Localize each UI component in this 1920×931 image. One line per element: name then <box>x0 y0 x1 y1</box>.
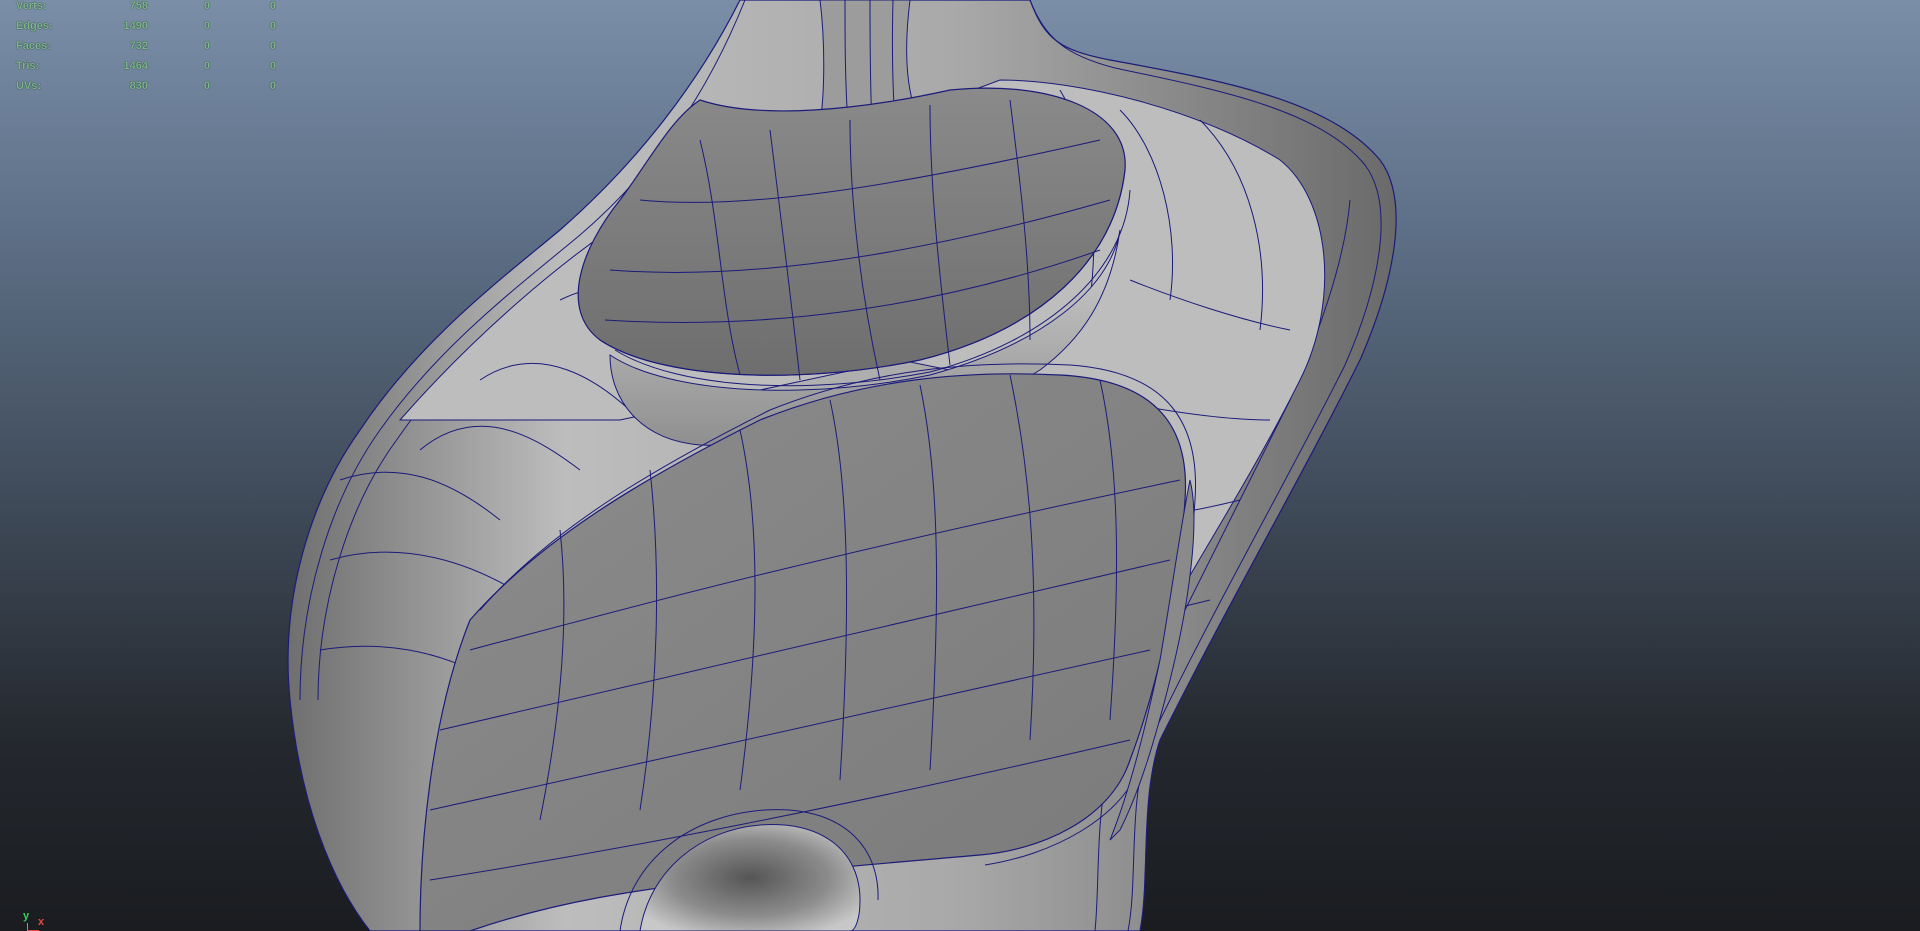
hud-row-verts: Verts: 758 0 0 <box>16 0 276 20</box>
mesh-render[interactable] <box>0 0 1920 931</box>
hud-row-edges: Edges: 1490 0 0 <box>16 20 276 40</box>
hud-row-uvs: UVs: 830 0 0 <box>16 80 276 100</box>
hud-value-selected-uv: 0 <box>269 40 276 52</box>
hud-value-selected-uv: 0 <box>269 0 276 12</box>
hud-value-selected: 0 <box>203 0 210 12</box>
hud-value-selected-uv: 0 <box>269 60 276 72</box>
hud-value-selected: 0 <box>203 40 210 52</box>
hud-value-object: 830 <box>129 80 148 92</box>
hud-value-object: 732 <box>129 40 148 52</box>
view-axis-gizmo: y x <box>18 910 48 931</box>
heads-up-display: Verts: 758 0 0 Edges: 1490 0 0 Faces: 73… <box>16 0 276 100</box>
hud-value-object: 758 <box>129 0 148 12</box>
hud-label: Faces: <box>16 40 51 52</box>
hud-row-tris: Tris: 1464 0 0 <box>16 60 276 80</box>
hud-label: Edges: <box>16 20 53 32</box>
hud-value-object: 1490 <box>123 20 148 32</box>
hud-value-selected: 0 <box>203 60 210 72</box>
hud-value-selected: 0 <box>203 80 210 92</box>
axis-y-label: y <box>23 910 30 922</box>
hud-value-selected-uv: 0 <box>269 80 276 92</box>
hud-value-object: 1464 <box>123 60 148 72</box>
hud-label: Verts: <box>16 0 47 12</box>
3d-viewport[interactable]: Verts: 758 0 0 Edges: 1490 0 0 Faces: 73… <box>0 0 1920 931</box>
hud-value-selected: 0 <box>203 20 210 32</box>
axis-x-label: x <box>38 916 45 928</box>
hud-label: Tris: <box>16 60 40 72</box>
hud-label: UVs: <box>16 80 42 92</box>
hud-row-faces: Faces: 732 0 0 <box>16 40 276 60</box>
hud-value-selected-uv: 0 <box>269 20 276 32</box>
